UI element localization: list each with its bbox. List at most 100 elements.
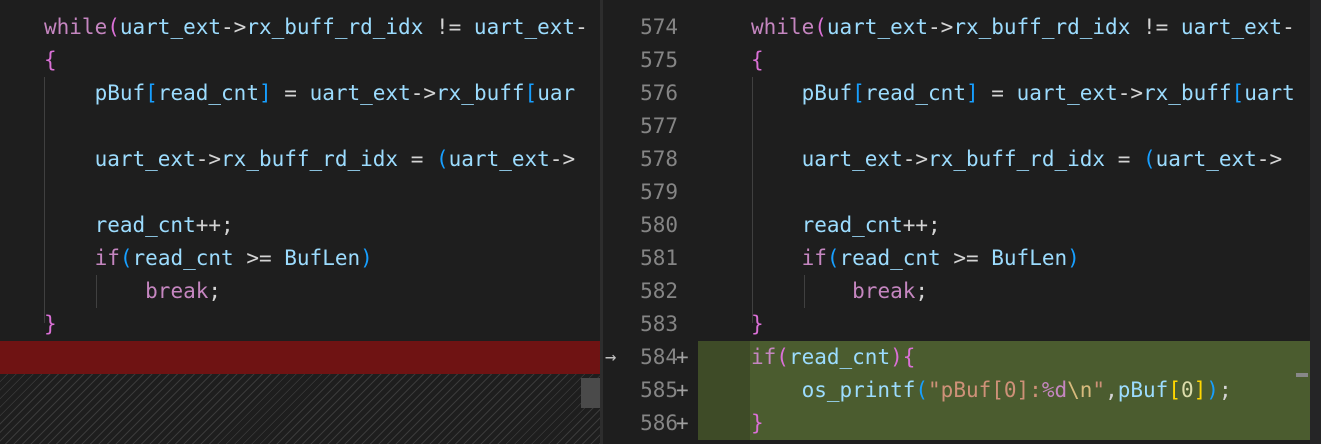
line-number: 582 <box>640 279 678 303</box>
code-token: uart_ext <box>1155 147 1257 171</box>
code-line[interactable]: break; <box>751 275 1310 308</box>
code-token: read_cnt <box>801 213 903 237</box>
code-token: } <box>751 411 764 435</box>
code-line[interactable]: os_printf("pBuf[0]:%d\n",pBuf[0]); <box>751 374 1310 407</box>
code-token: ) <box>1206 378 1219 402</box>
code-line[interactable]: if(read_cnt >= BufLen) <box>751 242 1310 275</box>
original-editor-pane[interactable]: while(uart_ext->rx_buff_rd_idx != uart_e… <box>0 0 600 444</box>
code-token: -> <box>1117 81 1144 105</box>
line-number: 579 <box>640 180 678 204</box>
added-line-indent-shade <box>698 407 750 440</box>
code-token: read_cnt <box>788 345 891 369</box>
line-number: 583 <box>640 312 678 336</box>
deleted-line-highlight <box>0 341 600 374</box>
code-token: } <box>44 312 57 336</box>
code-token: [ <box>1168 378 1181 402</box>
code-token: break <box>852 279 916 303</box>
code-token: -> <box>410 81 437 105</box>
code-token: -> <box>195 147 222 171</box>
code-token: >= <box>233 246 285 270</box>
code-token: -> <box>549 147 576 171</box>
code-token: - <box>575 15 588 39</box>
line-number: 585 <box>640 378 678 402</box>
code-token: pBuf <box>1117 378 1169 402</box>
code-token: rx_buff_rd_idx <box>953 15 1131 39</box>
code-line[interactable]: pBuf[read_cnt] = uart_ext->rx_buff[uart <box>751 77 1310 110</box>
code-token: rx_buff_rd_idx <box>221 147 399 171</box>
code-line[interactable] <box>751 176 1310 209</box>
code-token: read_cnt <box>94 213 196 237</box>
code-token: ( <box>107 15 120 39</box>
code-line[interactable]: } <box>44 308 600 341</box>
code-token: uart_ext <box>119 15 222 39</box>
code-token: -> <box>902 147 929 171</box>
added-line-indent-shade <box>698 374 750 407</box>
code-token: ] <box>965 81 979 105</box>
code-token: while <box>751 15 815 39</box>
code-token: - <box>1282 15 1295 39</box>
added-line-plus-icon: + <box>676 345 689 369</box>
line-number: 586 <box>640 411 678 435</box>
code-token: ) <box>890 345 903 369</box>
code-line[interactable]: break; <box>44 275 600 308</box>
code-line[interactable]: read_cnt++; <box>44 209 600 242</box>
code-line[interactable]: pBuf[read_cnt] = uart_ext->rx_buff[uar <box>44 77 600 110</box>
code-token: read_cnt <box>839 246 941 270</box>
code-line[interactable]: uart_ext->rx_buff_rd_idx = (uart_ext-> <box>751 143 1310 176</box>
added-line-plus-icon: + <box>676 378 689 402</box>
code-token: 0 <box>1180 378 1194 402</box>
added-line-indent-shade <box>698 341 750 374</box>
code-token: if <box>94 246 120 270</box>
code-token: ( <box>826 246 840 270</box>
code-token: " <box>1092 378 1106 402</box>
vertical-scrollbar[interactable] <box>1310 0 1321 444</box>
code-line[interactable] <box>44 110 600 143</box>
code-token: [ <box>524 81 538 105</box>
code-line[interactable]: } <box>751 407 1310 440</box>
code-line[interactable]: while(uart_ext->rx_buff_rd_idx != uart_e… <box>44 11 600 44</box>
code-token: -> <box>928 15 954 39</box>
line-number: 581 <box>640 246 678 270</box>
code-token: uart_ext <box>309 81 411 105</box>
code-line[interactable]: } <box>751 308 1310 341</box>
line-number: 576 <box>640 81 678 105</box>
code-token: %d <box>1041 378 1068 402</box>
code-token: = <box>978 81 1017 105</box>
code-line[interactable]: uart_ext->rx_buff_rd_idx = (uart_ext-> <box>44 143 600 176</box>
diff-arrow-icon[interactable]: → <box>605 341 627 374</box>
code-token: { <box>44 48 57 72</box>
code-token: if <box>751 345 777 369</box>
line-number: 575 <box>640 48 678 72</box>
code-line[interactable] <box>751 110 1310 143</box>
code-line[interactable]: while(uart_ext->rx_buff_rd_idx != uart_e… <box>751 11 1310 44</box>
code-token: [ <box>852 81 865 105</box>
code-token: { <box>902 345 916 369</box>
code-token: ( <box>814 15 827 39</box>
code-token: uart_ext <box>801 147 903 171</box>
code-token: [ <box>1231 81 1245 105</box>
code-line[interactable]: if(read_cnt >= BufLen) <box>44 242 600 275</box>
code-token: uart_ext <box>1180 15 1283 39</box>
code-token: ; <box>208 279 222 303</box>
code-line[interactable]: if(read_cnt){ <box>751 341 1310 374</box>
left-horizontal-scroll-thumb[interactable] <box>581 378 600 408</box>
code-line[interactable]: { <box>751 44 1310 77</box>
code-token: ( <box>119 246 133 270</box>
modified-editor-pane[interactable]: while(uart_ext->rx_buff_rd_idx != uart_e… <box>698 0 1310 444</box>
code-token: ++; <box>902 213 941 237</box>
code-token: ; <box>1218 378 1232 402</box>
code-token: rx_buff <box>436 81 525 105</box>
overview-ruler-marker <box>1296 373 1308 377</box>
code-line[interactable]: { <box>44 44 600 77</box>
code-token: BufLen <box>284 246 361 270</box>
code-line[interactable]: read_cnt++; <box>751 209 1310 242</box>
code-line[interactable] <box>44 176 600 209</box>
code-token: -> <box>1256 147 1283 171</box>
